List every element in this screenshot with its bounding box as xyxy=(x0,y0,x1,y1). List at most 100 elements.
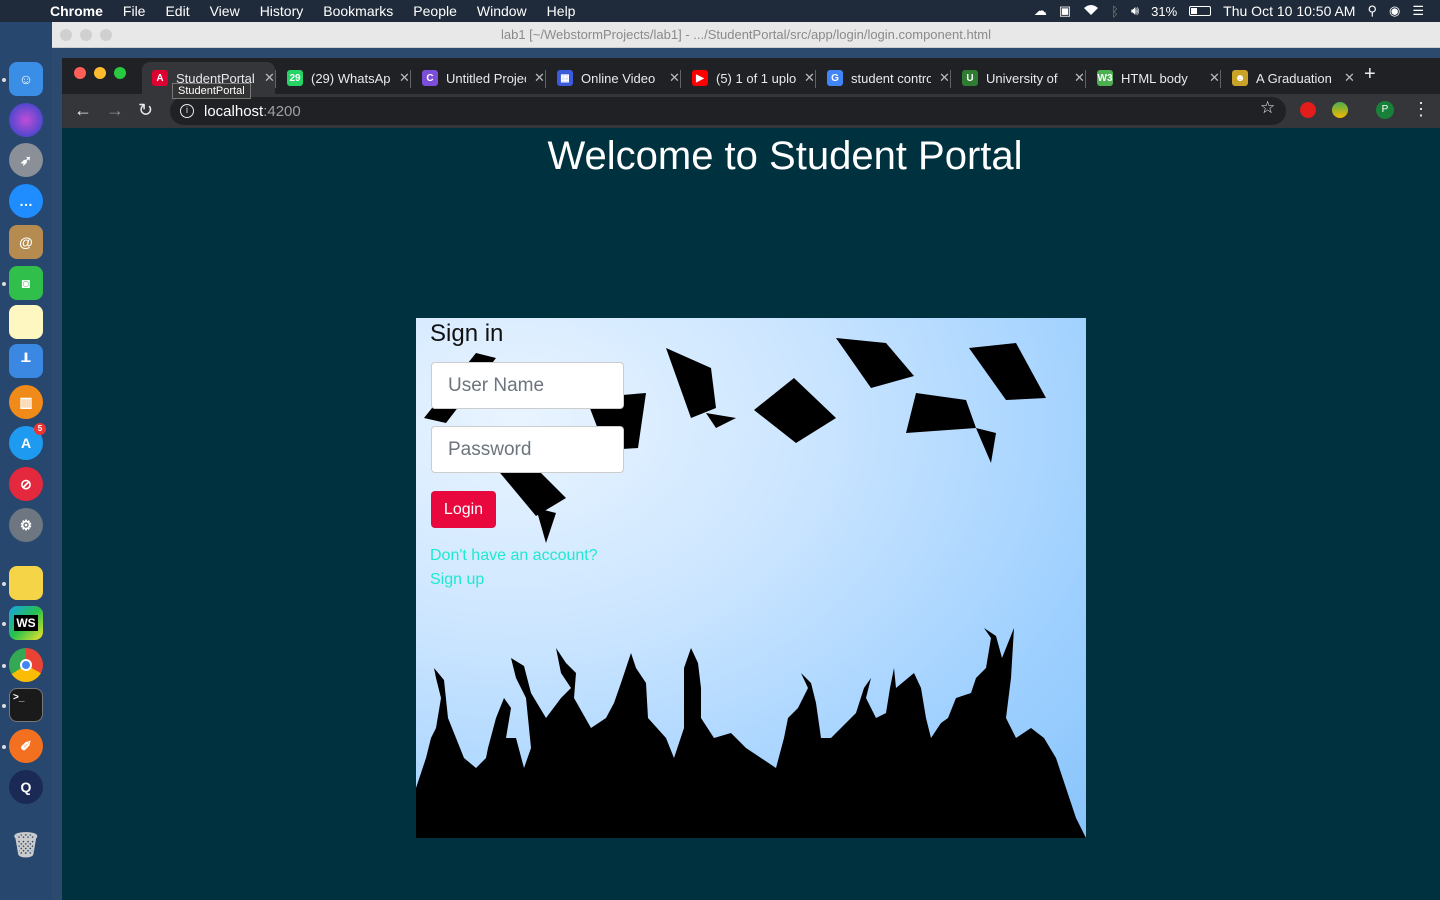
chrome-icon[interactable] xyxy=(9,648,43,682)
webstorm-traffic-lights xyxy=(60,29,112,41)
tab-close-icon[interactable]: ✕ xyxy=(1074,70,1085,86)
browser-tab[interactable]: Gstudent control ✕ xyxy=(817,62,950,94)
system-preferences-icon[interactable]: ⚙ xyxy=(9,508,43,542)
browser-tab[interactable]: ☻ A Graduation ✕ xyxy=(1222,62,1355,94)
browser-tab[interactable]: ▦ Online Video ✕ xyxy=(547,62,680,94)
trash-icon[interactable]: 🗑︎ xyxy=(9,828,43,862)
tab-close-icon[interactable]: ✕ xyxy=(399,70,410,86)
chrome-menu-icon[interactable]: ⋮ xyxy=(1412,99,1430,120)
launchpad-icon[interactable]: ➶ xyxy=(9,143,43,177)
login-card: Sign in Login Don't have an account? Sig… xyxy=(416,318,1086,838)
menu-people[interactable]: People xyxy=(403,3,467,19)
app-store-badge: 5 xyxy=(34,423,46,435)
extension-icon[interactable] xyxy=(1332,102,1348,118)
browser-tab[interactable]: 29 (29) WhatsApp ✕ xyxy=(277,62,410,94)
wifi-icon[interactable] xyxy=(1083,4,1099,19)
bluetooth-icon[interactable]: ᛒ xyxy=(1111,4,1119,19)
tab-close-icon[interactable]: ✕ xyxy=(534,70,545,86)
menu-window[interactable]: Window xyxy=(467,3,537,19)
menu-edit[interactable]: Edit xyxy=(155,3,199,19)
siri-dock-icon[interactable] xyxy=(9,103,43,137)
notes-icon[interactable] xyxy=(9,305,43,339)
stickies-icon[interactable] xyxy=(9,566,43,600)
menu-view[interactable]: View xyxy=(200,3,250,19)
tab-close-icon[interactable]: ✕ xyxy=(1344,70,1355,86)
browser-tab[interactable]: C Untitled Project ✕ xyxy=(412,62,545,94)
browser-tab[interactable]: ▶ (5) 1 of 1 upload ✕ xyxy=(682,62,815,94)
tab-close-icon[interactable]: ✕ xyxy=(939,70,950,86)
signup-link[interactable]: Sign up xyxy=(430,571,484,589)
tab-title: Untitled Project xyxy=(446,70,526,86)
site-info-icon[interactable]: i xyxy=(180,104,194,118)
tab-title: (29) WhatsApp xyxy=(311,70,391,86)
tab-favicon-icon: G xyxy=(827,70,843,86)
tab-favicon-icon: ☻ xyxy=(1232,70,1248,86)
messenger-icon[interactable]: … xyxy=(9,184,43,218)
minimize-window-button[interactable] xyxy=(94,67,106,79)
news-icon[interactable]: ⊘ xyxy=(9,467,43,501)
grad-cap-shape xyxy=(754,378,836,443)
tab-title: Online Video xyxy=(581,70,656,86)
creative-cloud-icon[interactable]: ☁ xyxy=(1034,3,1047,19)
username-input[interactable] xyxy=(431,362,624,409)
crowd-silhouette xyxy=(416,628,1086,838)
contacts-icon[interactable]: @ xyxy=(9,225,43,259)
new-tab-button[interactable]: + xyxy=(1364,63,1376,86)
menu-app-name[interactable]: Chrome xyxy=(40,3,113,19)
postman-icon[interactable]: ✐ xyxy=(9,729,43,763)
tab-separator xyxy=(1085,70,1086,88)
tab-title: HTML body xyxy=(1121,70,1188,86)
login-button[interactable]: Login xyxy=(431,491,496,528)
menu-file[interactable]: File xyxy=(113,3,156,19)
forward-button[interactable]: → xyxy=(106,100,124,121)
url-port: :4200 xyxy=(263,102,301,120)
no-account-link[interactable]: Don't have an account? xyxy=(430,547,598,565)
running-indicator xyxy=(2,282,6,286)
tab-title: University of xyxy=(986,70,1058,86)
browser-tab[interactable]: U University of ✕ xyxy=(952,62,1085,94)
tab-close-icon[interactable]: ✕ xyxy=(669,70,680,86)
siri-icon[interactable]: ◉ xyxy=(1389,3,1400,19)
finder-icon[interactable]: ☺ xyxy=(9,62,43,96)
tab-favicon-icon: 29 xyxy=(287,70,303,86)
menu-help[interactable]: Help xyxy=(537,3,586,19)
grad-cap-shape xyxy=(836,338,914,388)
running-indicator xyxy=(2,704,6,708)
close-window-button[interactable] xyxy=(74,67,86,79)
tab-favicon-icon: ▶ xyxy=(692,70,708,86)
facetime-icon[interactable]: ◙ xyxy=(9,266,43,300)
chrome-window: A StudentPortal ✕ 29 (29) WhatsApp ✕ C Untitled… xyxy=(62,58,1440,900)
app-store-icon[interactable]: A5 xyxy=(9,423,46,460)
tab-strip: A StudentPortal ✕ 29 (29) WhatsApp ✕ C Untitled… xyxy=(62,58,1440,99)
menu-history[interactable]: History xyxy=(250,3,314,19)
tab-separator xyxy=(410,70,411,88)
battery-icon[interactable] xyxy=(1189,6,1212,16)
tab-close-icon[interactable]: ✕ xyxy=(264,70,275,86)
address-bar[interactable]: i localhost:4200 xyxy=(170,97,1286,125)
keynote-icon[interactable]: ┸ xyxy=(9,344,43,378)
quicktime-icon[interactable]: Q xyxy=(9,770,43,804)
webstorm-icon[interactable]: WS xyxy=(9,606,43,640)
extension-stop-icon[interactable] xyxy=(1300,102,1316,118)
notes-status-icon[interactable]: ▣ xyxy=(1059,3,1071,19)
tab-title: student control xyxy=(851,70,931,86)
tab-close-icon[interactable]: ✕ xyxy=(804,70,815,86)
running-indicator xyxy=(2,582,6,586)
profile-avatar[interactable]: P xyxy=(1376,101,1394,119)
running-indicator xyxy=(2,745,6,749)
zoom-window-button[interactable] xyxy=(114,67,126,79)
password-input[interactable] xyxy=(431,426,624,473)
tab-close-icon[interactable]: ✕ xyxy=(1209,70,1220,86)
clock[interactable]: Thu Oct 10 10:50 AM xyxy=(1223,3,1355,19)
terminal-icon[interactable]: >_ xyxy=(9,688,43,722)
reload-button[interactable]: ↻ xyxy=(138,100,153,121)
books-icon[interactable]: ▥ xyxy=(9,385,43,419)
notification-center-icon[interactable]: ☰ xyxy=(1412,3,1424,19)
bookmark-star-icon[interactable]: ☆ xyxy=(1260,98,1275,118)
menu-bookmarks[interactable]: Bookmarks xyxy=(313,3,403,19)
grad-cap-shape xyxy=(666,348,716,418)
browser-tab[interactable]: W3 HTML body ✕ xyxy=(1087,62,1220,94)
back-button[interactable]: ← xyxy=(74,100,92,121)
spotlight-search-icon[interactable]: ⚲ xyxy=(1367,3,1377,19)
volume-icon[interactable]: 🔊︎ xyxy=(1131,3,1139,19)
